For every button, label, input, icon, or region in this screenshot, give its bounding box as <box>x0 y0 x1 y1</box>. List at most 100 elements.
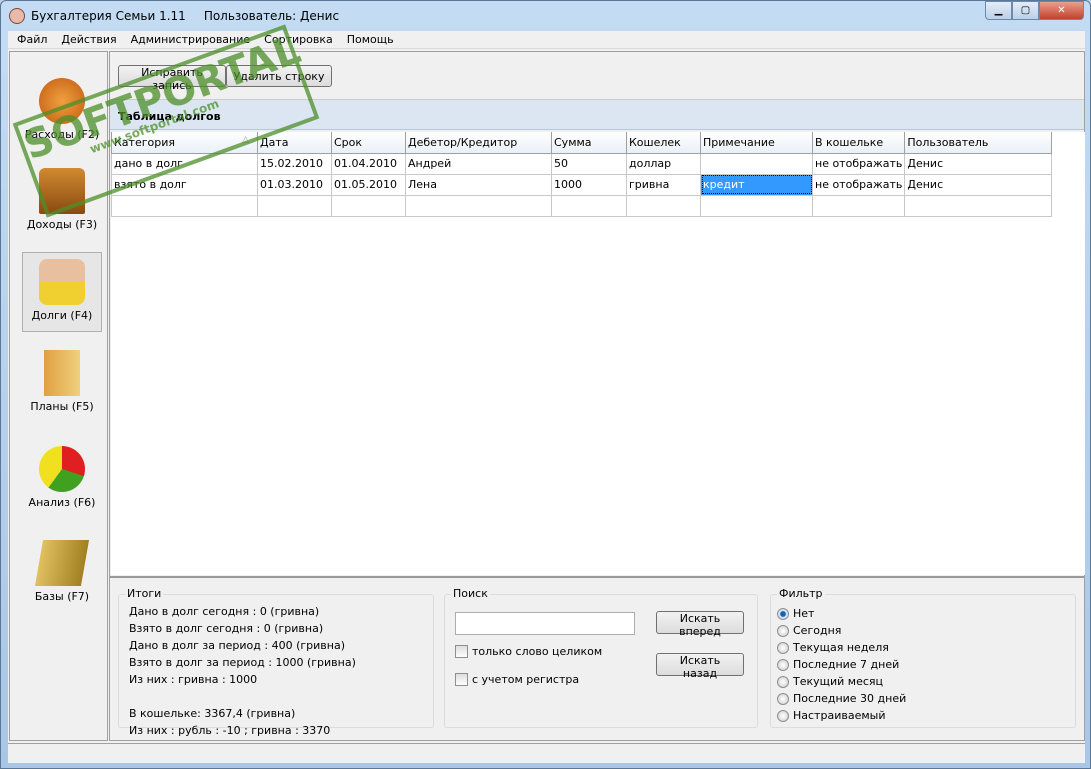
checkbox-label: только слово целиком <box>472 645 603 658</box>
table-cell[interactable]: взято в долг <box>111 173 258 196</box>
column-header[interactable]: Пользователь <box>904 132 1053 154</box>
treasure-chest-icon <box>39 168 85 214</box>
table-cell[interactable]: не отображать <box>811 173 906 196</box>
totals-line: Из них : гривна : 1000 <box>129 673 258 686</box>
table-cell[interactable]: 50 <box>551 152 627 175</box>
app-window: Бухгалтерия Семьи 1.11 Пользователь: Дени… <box>0 0 1091 769</box>
filter-group: Фильтр Нет Сегодня Текущая неделя Последние… <box>770 587 1076 728</box>
sidebar-item-plans[interactable]: Планы (F5) <box>22 344 102 424</box>
table-cell[interactable]: доллар <box>626 152 701 175</box>
radio-circle[interactable] <box>777 658 789 671</box>
table-cell[interactable]: 1000 <box>551 173 627 196</box>
radio-circle[interactable] <box>777 624 789 637</box>
checkbox-box[interactable] <box>455 645 468 658</box>
column-label: Кошелек <box>629 135 681 149</box>
minimize-button[interactable]: ▁ <box>985 1 1012 20</box>
sidebar-item-analysis[interactable]: Анализ (F6) <box>22 440 102 520</box>
column-header[interactable]: Категория △ <box>111 132 258 154</box>
filter-radio[interactable]: Сегодня <box>777 624 841 637</box>
table-cell[interactable] <box>626 194 701 217</box>
search-title: Поиск <box>451 587 490 600</box>
table-cell[interactable]: гривна <box>626 173 701 196</box>
menu-help[interactable]: Помощь <box>340 31 401 48</box>
filter-radio[interactable]: Текущий месяц <box>777 675 883 688</box>
sidebar-label: Доходы (F3) <box>26 218 98 231</box>
debts-table[interactable]: Категория △ Дата Срок Дебетор/Кредитор Сумма К… <box>111 132 1085 575</box>
handshake-coins-icon <box>39 259 85 305</box>
menu-admin[interactable]: Администрирование <box>124 31 258 48</box>
table-cell[interactable] <box>700 194 813 217</box>
table-cell[interactable]: 01.05.2010 <box>331 173 406 196</box>
search-back-button[interactable]: Искать назад <box>656 653 744 680</box>
table-cell[interactable] <box>331 194 406 217</box>
radio-label: Текущий месяц <box>793 675 884 688</box>
radio-label: Сегодня <box>793 624 842 637</box>
table-row[interactable] <box>111 194 1053 217</box>
maximize-button[interactable]: ▢ <box>1012 1 1039 20</box>
column-label: Категория <box>114 135 175 149</box>
match-case-checkbox[interactable]: с учетом регистра <box>455 673 579 686</box>
table-cell[interactable] <box>551 194 627 217</box>
table-cell[interactable]: 15.02.2010 <box>257 152 332 175</box>
table-cell[interactable]: кредит <box>700 173 813 196</box>
filter-radio[interactable]: Настраиваемый <box>777 709 885 722</box>
table-cell[interactable] <box>405 194 552 217</box>
filter-radio[interactable]: Текущая неделя <box>777 641 889 654</box>
radio-circle[interactable] <box>777 607 789 620</box>
table-cell[interactable]: 01.04.2010 <box>331 152 406 175</box>
search-forward-button[interactable]: Искать вперед <box>656 611 744 638</box>
totals-group: Итоги Дано в долг сегодня : 0 (гривна) Вз… <box>118 587 434 737</box>
radio-circle[interactable] <box>777 692 789 705</box>
radio-circle[interactable] <box>777 709 789 722</box>
table-cell[interactable]: 01.03.2010 <box>257 173 332 196</box>
column-header[interactable]: Дата <box>257 132 332 154</box>
radio-label: Нет <box>793 607 815 620</box>
sidebar-item-expenses[interactable]: Расходы (F2) <box>22 72 102 152</box>
radio-circle[interactable] <box>777 641 789 654</box>
table-cell[interactable]: Денис <box>904 173 1053 196</box>
delete-row-button[interactable]: Удалить строку <box>226 65 332 87</box>
edit-record-button[interactable]: Исправить запись <box>118 65 226 92</box>
app-title: Бухгалтерия Семьи 1.11 <box>31 9 186 23</box>
table-cell[interactable] <box>811 194 906 217</box>
filter-radio[interactable]: Последние 7 дней <box>777 658 899 671</box>
table-cell[interactable]: Андрей <box>405 152 552 175</box>
totals-line: Дано в долг за период : 400 (гривна) <box>129 639 345 652</box>
sidebar-item-income[interactable]: Доходы (F3) <box>22 162 102 242</box>
radio-circle[interactable] <box>777 675 789 688</box>
checkbox-box[interactable] <box>455 673 468 686</box>
menu-sort[interactable]: Сортировка <box>257 31 340 48</box>
table-cell[interactable] <box>700 152 813 175</box>
table-cell[interactable] <box>904 194 1053 217</box>
whole-word-checkbox[interactable]: только слово целиком <box>455 645 602 658</box>
search-group: Поиск Искать вперед Искать назад только … <box>444 587 758 728</box>
column-header[interactable]: Дебетор/Кредитор <box>405 132 552 154</box>
close-button[interactable]: ✕ <box>1039 1 1084 20</box>
radio-label: Последние 7 дней <box>793 658 900 671</box>
column-label: Сумма <box>554 135 592 149</box>
menu-actions[interactable]: Действия <box>54 31 123 48</box>
table-cell[interactable] <box>257 194 332 217</box>
title-bar: Бухгалтерия Семьи 1.11 Пользователь: Дени… <box>1 1 1090 31</box>
table-cell[interactable]: Лена <box>405 173 552 196</box>
filter-radio[interactable]: Последние 30 дней <box>777 692 906 705</box>
pie-chart-icon <box>39 446 85 492</box>
filter-radio[interactable]: Нет <box>777 607 814 620</box>
checkbox-label: с учетом регистра <box>472 673 580 686</box>
table-row[interactable]: дано в долг 15.02.2010 01.04.2010 Андрей 50 д… <box>111 152 1053 175</box>
search-input[interactable] <box>455 612 635 635</box>
table-cell[interactable]: не отображать <box>811 152 906 175</box>
menu-file[interactable]: Файл <box>10 31 54 48</box>
main-panel: Исправить запись Удалить строку Таблица … <box>109 51 1085 741</box>
sidebar-item-databases[interactable]: Базы (F7) <box>22 534 102 614</box>
column-header[interactable]: Срок <box>331 132 406 154</box>
table-cell[interactable]: Денис <box>904 152 1053 175</box>
table-cell[interactable]: дано в долг <box>111 152 258 175</box>
column-header[interactable]: Примечание <box>700 132 813 154</box>
column-header[interactable]: Кошелек <box>626 132 701 154</box>
table-cell[interactable] <box>111 194 258 217</box>
sidebar-item-debts[interactable]: Долги (F4) <box>22 252 102 332</box>
column-header[interactable]: Сумма <box>551 132 627 154</box>
table-row[interactable]: взято в долг 01.03.2010 01.05.2010 Лена 1000… <box>111 173 1053 196</box>
column-header[interactable]: В кошельке <box>811 132 906 154</box>
